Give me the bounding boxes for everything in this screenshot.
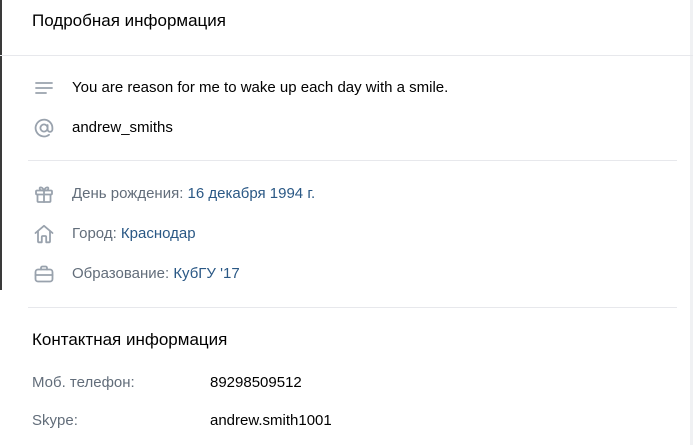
- phone-value: 89298509512: [210, 374, 302, 391]
- status-text: You are reason for me to wake up each da…: [72, 79, 449, 96]
- text-lines-icon: [32, 76, 56, 100]
- nickname-row: andrew_smiths: [0, 116, 693, 140]
- city-label: Город:: [72, 225, 121, 242]
- at-sign-icon: [32, 116, 56, 140]
- profile-details-panel: Подробная информация You are reason for …: [0, 0, 693, 445]
- divider: [28, 307, 677, 308]
- status-row: You are reason for me to wake up each da…: [0, 76, 693, 100]
- birthday-field: День рождения: 16 декабря 1994 г.: [72, 185, 315, 203]
- phone-label: Моб. телефон:: [32, 374, 135, 391]
- skype-label: Skype:: [32, 412, 78, 429]
- city-row: Город: Краснодар: [0, 222, 693, 246]
- city-link[interactable]: Краснодар: [121, 225, 196, 242]
- briefcase-icon: [32, 262, 56, 286]
- gift-icon: [32, 182, 56, 206]
- page-title: Подробная информация: [32, 11, 226, 30]
- skype-link[interactable]: andrew.smith1001: [210, 412, 332, 430]
- contacts-title: Контактная информация: [32, 330, 228, 349]
- divider: [28, 160, 677, 161]
- birthday-link[interactable]: 16 декабря 1994 г.: [188, 185, 316, 202]
- birthday-label: День рождения:: [72, 185, 188, 202]
- birthday-row: День рождения: 16 декабря 1994 г.: [0, 182, 693, 206]
- city-field: Город: Краснодар: [72, 225, 196, 243]
- home-icon: [32, 222, 56, 246]
- education-field: Образование: КубГУ '17: [72, 265, 240, 283]
- education-row: Образование: КубГУ '17: [0, 262, 693, 286]
- details-header: Подробная информация: [0, 0, 693, 56]
- nickname-link[interactable]: andrew_smiths: [72, 119, 173, 137]
- education-label: Образование:: [72, 265, 174, 282]
- education-link[interactable]: КубГУ '17: [173, 265, 239, 282]
